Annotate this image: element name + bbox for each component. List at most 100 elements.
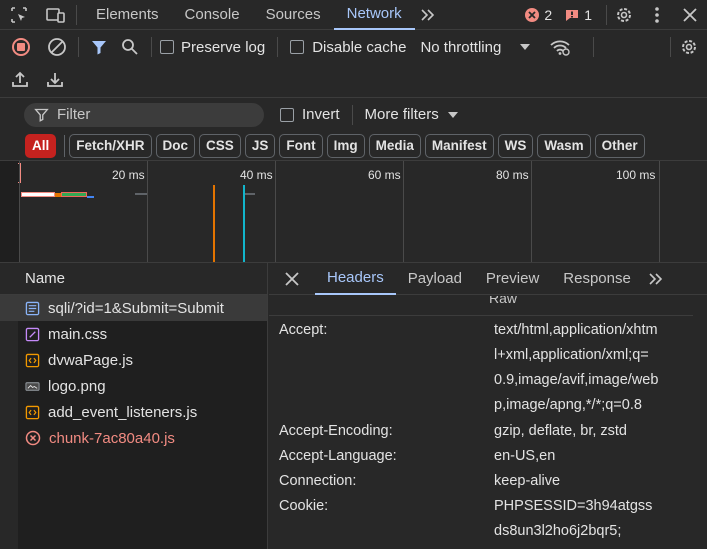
throttling-value: No throttling	[420, 38, 502, 56]
request-row[interactable]: sqli/?id=1&Submit=Submit	[0, 295, 267, 321]
request-name: chunk-7ac80a40.js	[49, 429, 175, 447]
preserve-log-checkbox[interactable]	[160, 40, 174, 54]
devtools-tab-bar: Elements Console Sources Network 2 1	[0, 0, 707, 30]
timeline-tick: 80 ms	[496, 168, 529, 182]
close-icon[interactable]	[673, 0, 707, 30]
type-filter-other[interactable]: Other	[594, 133, 645, 158]
header-row: Accept-Language: en-US,en	[279, 444, 659, 469]
header-value: en-US,en	[494, 448, 556, 464]
type-filter-img[interactable]: Img	[326, 133, 365, 158]
header-row: Cookie: PHPSESSID=3h94atgssds8un3l2ho6j2…	[279, 494, 659, 544]
more-tabs-chevron-icon[interactable]	[415, 0, 441, 30]
request-row[interactable]: dvwaPage.js	[0, 347, 267, 373]
name-column-header[interactable]: Name	[0, 263, 267, 295]
dropdown-arrow-icon	[519, 43, 531, 51]
disable-cache-checkbox[interactable]	[290, 40, 305, 54]
network-overview-timeline[interactable]: 20 ms 40 ms 60 ms 80 ms 100 ms	[0, 161, 707, 263]
network-conditions-wifi-icon[interactable]	[543, 31, 577, 63]
dom-content-loaded-marker	[213, 185, 215, 262]
details-scrollbar[interactable]	[693, 295, 707, 549]
request-name: main.css	[48, 325, 108, 343]
overview-request-bar	[135, 193, 147, 195]
tab-preview[interactable]: Preview	[474, 263, 551, 295]
divider	[593, 37, 595, 57]
timeline-tick: 60 ms	[368, 168, 401, 182]
divider	[76, 4, 77, 25]
error-icon	[524, 7, 540, 23]
error-icon	[25, 430, 41, 446]
header-value: text/html,application/xhtml+xml,applicat…	[494, 322, 659, 413]
clear-icon[interactable]	[40, 31, 74, 63]
filter-bar: Filter Invert More filters	[0, 97, 707, 131]
request-row[interactable]: add_event_listeners.js	[0, 399, 267, 425]
header-key: Accept:	[279, 322, 328, 338]
type-filter-ws[interactable]: WS	[497, 133, 534, 158]
type-filter-manifest[interactable]: Manifest	[424, 133, 494, 158]
header-value: gzip, deflate, br, zstd	[494, 423, 627, 439]
type-filter-all[interactable]: All	[25, 133, 57, 158]
tab-console[interactable]: Console	[172, 0, 253, 30]
request-row[interactable]: logo.png	[0, 373, 267, 399]
header-row: Accept: text/html,application/xhtml+xml,…	[279, 318, 659, 418]
errors-count: 2	[544, 6, 553, 23]
tab-payload[interactable]: Payload	[396, 263, 474, 295]
load-event-marker	[243, 185, 245, 262]
stop-recording-icon[interactable]	[2, 31, 40, 63]
request-details-panel: Headers Payload Preview Response Raw Acc…	[269, 263, 707, 549]
dropdown-arrow-icon	[447, 111, 459, 119]
header-value: PHPSESSID=3h94atgssds8un3l2ho6j2bqr5;	[494, 498, 653, 539]
request-name: add_event_listeners.js	[48, 403, 198, 421]
more-filters-label: More filters	[364, 106, 439, 123]
header-key: Cookie:	[279, 498, 329, 514]
filter-funnel-icon[interactable]	[83, 31, 115, 63]
type-filter-wasm[interactable]: Wasm	[537, 133, 591, 158]
request-row[interactable]: main.css	[0, 321, 267, 347]
errors-badge[interactable]: 2	[524, 7, 552, 23]
inspect-element-icon[interactable]	[0, 0, 38, 30]
settings-gear-icon[interactable]	[607, 0, 641, 30]
filter-input[interactable]: Filter	[24, 102, 264, 127]
issue-icon	[564, 7, 580, 23]
request-row[interactable]: chunk-7ac80a40.js	[0, 425, 267, 451]
filter-placeholder: Filter	[57, 106, 91, 123]
more-options-icon[interactable]	[641, 0, 673, 30]
import-har-upload-icon[interactable]	[2, 63, 38, 95]
network-settings-gear-icon[interactable]	[671, 31, 707, 63]
type-filter-media[interactable]: Media	[368, 133, 421, 158]
device-toolbar-icon[interactable]	[38, 0, 74, 30]
request-name: dvwaPage.js	[48, 351, 134, 369]
headers-content: Raw Accept: text/html,application/xhtml+…	[269, 296, 693, 549]
script-icon	[25, 353, 40, 368]
divider	[277, 37, 279, 57]
export-har-download-icon[interactable]	[38, 63, 72, 95]
requests-list: Name sqli/?id=1&Submit=Submit main.css d…	[0, 263, 268, 549]
tab-response[interactable]: Response	[551, 263, 643, 295]
type-filter-js[interactable]: JS	[244, 133, 276, 158]
type-filter-doc[interactable]: Doc	[155, 133, 196, 158]
overview-left-gutter	[0, 161, 20, 262]
header-key: Accept-Language:	[279, 448, 397, 464]
overview-request-bar	[21, 192, 55, 197]
type-filter-font[interactable]: Font	[279, 133, 323, 158]
tab-headers[interactable]: Headers	[315, 263, 396, 295]
request-name: logo.png	[48, 377, 106, 395]
tab-sources[interactable]: Sources	[253, 0, 334, 30]
stylesheet-icon	[25, 327, 40, 342]
type-filter-fetch-xhr[interactable]: Fetch/XHR	[69, 133, 152, 158]
more-tabs-chevron-icon[interactable]	[643, 263, 669, 295]
import-export-toolbar	[0, 63, 707, 95]
resource-type-filters: All Fetch/XHR Doc CSS JS Font Img Media …	[0, 131, 707, 161]
timeline-tick: 40 ms	[240, 168, 273, 182]
type-filter-css[interactable]: CSS	[199, 133, 241, 158]
invert-checkbox[interactable]	[280, 107, 294, 122]
raw-toggle[interactable]: Raw	[489, 296, 517, 306]
more-filters-dropdown[interactable]: More filters	[365, 106, 459, 123]
tab-network[interactable]: Network	[333, 0, 415, 30]
divider	[269, 315, 693, 316]
issues-badge[interactable]: 1	[564, 7, 592, 23]
search-icon[interactable]	[115, 31, 145, 63]
tab-elements[interactable]: Elements	[83, 0, 172, 30]
close-details-icon[interactable]	[269, 263, 315, 295]
throttling-select[interactable]: No throttling	[420, 39, 531, 56]
document-icon	[25, 301, 40, 316]
